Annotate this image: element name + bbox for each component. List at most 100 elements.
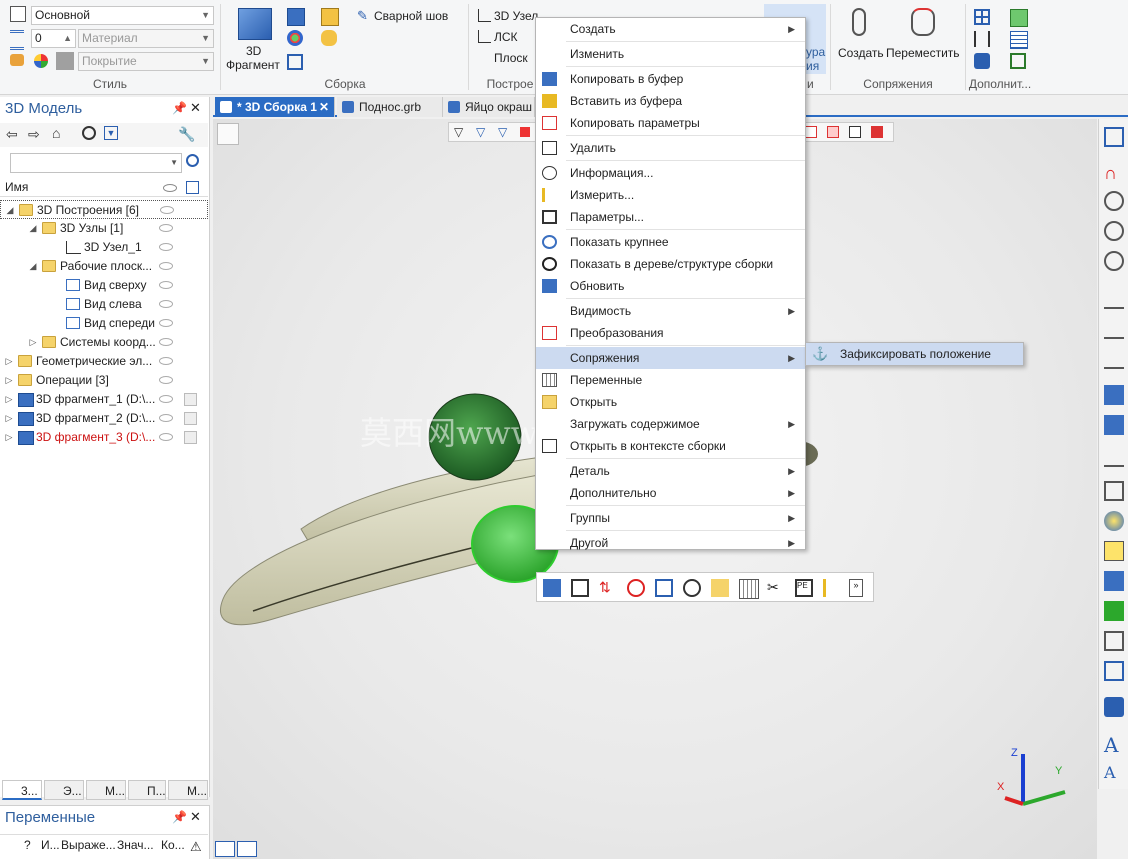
- eye-icon[interactable]: [159, 433, 173, 441]
- tree-search-input[interactable]: ▼: [10, 153, 182, 173]
- search-icon[interactable]: [186, 154, 199, 167]
- check-cube-icon[interactable]: [1104, 385, 1124, 405]
- tree-item[interactable]: 3D Узел_1: [0, 238, 208, 257]
- eye-icon[interactable]: [159, 319, 173, 327]
- eye-icon[interactable]: [159, 376, 173, 384]
- glasses-icon[interactable]: [1104, 317, 1124, 339]
- component-icon[interactable]: [287, 8, 305, 26]
- menu-item[interactable]: Преобразования: [536, 322, 805, 344]
- menu-item[interactable]: Деталь ▶: [536, 460, 805, 482]
- tree-item[interactable]: ▷ Операции [3]: [0, 371, 208, 390]
- mate-create-button[interactable]: Создать: [838, 46, 884, 60]
- target-icon[interactable]: [82, 126, 96, 140]
- tree-item[interactable]: ▷ Геометрические эл...: [0, 352, 208, 371]
- color-cube-icon[interactable]: [1104, 601, 1124, 621]
- menu-item[interactable]: Удалить: [536, 137, 805, 159]
- collapse-icon[interactable]: ◢: [28, 219, 38, 238]
- component-icon[interactable]: [571, 579, 589, 597]
- zoom-window-icon[interactable]: [1104, 221, 1124, 241]
- pin-icon[interactable]: 📌: [172, 101, 187, 115]
- eye-icon[interactable]: [159, 281, 173, 289]
- mate-move-button[interactable]: Переместить: [886, 46, 960, 60]
- coating-combo[interactable]: Покрытие ▼: [78, 52, 214, 71]
- folder-open-icon[interactable]: [711, 579, 729, 597]
- menu-item[interactable]: Параметры...: [536, 206, 805, 228]
- eye-icon[interactable]: [159, 224, 173, 232]
- mate-create-icon[interactable]: [852, 8, 866, 36]
- hide-icon[interactable]: [627, 579, 645, 597]
- col-name[interactable]: И...: [41, 835, 60, 855]
- fragment-3d-icon[interactable]: [238, 8, 272, 40]
- eye-icon[interactable]: [159, 338, 173, 346]
- cube-icon[interactable]: [655, 579, 673, 597]
- color-palette-icon[interactable]: [34, 54, 48, 68]
- view-grid-icon[interactable]: [237, 841, 257, 857]
- home-icon[interactable]: ⌂: [52, 125, 60, 141]
- tab-properties[interactable]: П...: [128, 780, 166, 800]
- node-3d-button[interactable]: 3D Узел: [494, 9, 538, 23]
- menu-item[interactable]: Информация...: [536, 162, 805, 184]
- col-value[interactable]: Знач...: [117, 835, 154, 855]
- menu-item[interactable]: Другой ▶: [536, 532, 805, 554]
- filter-icon[interactable]: ▼: [104, 126, 118, 140]
- move-icon[interactable]: ⇅: [599, 579, 617, 597]
- check-cube-icon[interactable]: [1104, 415, 1124, 435]
- menu-item[interactable]: Открыть: [536, 391, 805, 413]
- text-large-icon[interactable]: A: [1104, 733, 1124, 757]
- tree-item[interactable]: Вид сверху: [0, 276, 208, 295]
- frame-icon[interactable]: [1010, 53, 1026, 69]
- eye-icon[interactable]: [159, 357, 173, 365]
- menu-item[interactable]: Показать крупнее: [536, 231, 805, 253]
- menu-item[interactable]: Обновить: [536, 275, 805, 297]
- tree-item[interactable]: ◢ 3D Построения [6]: [0, 200, 208, 219]
- menu-item[interactable]: Открыть в контексте сборки: [536, 435, 805, 457]
- sphere-icon[interactable]: [1104, 511, 1124, 531]
- section-icon[interactable]: [1104, 661, 1124, 681]
- chevron-down-icon[interactable]: ▼: [170, 158, 178, 167]
- close-icon[interactable]: ✕: [190, 100, 201, 116]
- parts-icon[interactable]: [287, 30, 303, 46]
- layer-combo[interactable]: Основной ▼: [31, 6, 214, 25]
- fragment-3d-button-line1[interactable]: 3D: [246, 44, 261, 58]
- glasses-icon[interactable]: [1104, 347, 1124, 369]
- menu-item[interactable]: Изменить: [536, 43, 805, 65]
- menu-item[interactable]: Копировать в буфер: [536, 68, 805, 90]
- back-icon[interactable]: ⇦: [6, 126, 18, 143]
- pattern-icon[interactable]: [321, 30, 337, 46]
- tree-item[interactable]: ▷ 3D фрагмент_1 (D:\...: [0, 390, 208, 409]
- text-small-icon[interactable]: A: [1104, 763, 1124, 783]
- expand-icon[interactable]: ▷: [4, 409, 14, 428]
- collapse-icon[interactable]: ◢: [28, 257, 38, 276]
- tree-item[interactable]: ▷ Системы коорд...: [0, 333, 208, 352]
- cube-icon[interactable]: [1010, 9, 1028, 27]
- fragment-state-icon[interactable]: [184, 431, 197, 444]
- menu-item[interactable]: Измерить...: [536, 184, 805, 206]
- more-icon[interactable]: »: [849, 579, 863, 597]
- eye-icon[interactable]: [159, 262, 173, 270]
- tab-m2[interactable]: М...: [168, 780, 208, 800]
- menu-item[interactable]: Загружать содержимое ▶: [536, 413, 805, 435]
- material-combo[interactable]: Материал ▼: [78, 29, 214, 48]
- tab-3d-assembly[interactable]: * 3D Сборка 1 ✕: [215, 97, 335, 117]
- menu-item[interactable]: Дополнительно ▶: [536, 482, 805, 504]
- collapse-icon[interactable]: ◢: [5, 201, 15, 220]
- view-split-icon[interactable]: [215, 841, 235, 857]
- eye-icon[interactable]: [159, 414, 173, 422]
- tree-item[interactable]: ▷ 3D фрагмент_3 (D:\...: [0, 428, 208, 447]
- zoom-fit-icon[interactable]: [1104, 251, 1124, 271]
- measure-icon[interactable]: [823, 579, 844, 597]
- menu-item[interactable]: Группы ▶: [536, 507, 805, 529]
- col-comment[interactable]: Ко...: [161, 835, 185, 855]
- tab-elements[interactable]: Э...: [44, 780, 84, 800]
- tree-item[interactable]: ◢ 3D Узлы [1]: [0, 219, 208, 238]
- color-cube-icon[interactable]: [1104, 571, 1124, 591]
- expand-icon[interactable]: ▷: [4, 371, 14, 390]
- external-link-icon[interactable]: [287, 54, 303, 70]
- eye-icon[interactable]: [160, 206, 174, 214]
- forward-icon[interactable]: ⇨: [28, 126, 40, 143]
- tree-item[interactable]: ◢ Рабочие плоск...: [0, 257, 208, 276]
- params-icon[interactable]: PE: [795, 579, 813, 597]
- fragment-state-icon[interactable]: [184, 412, 197, 425]
- layers-icon[interactable]: [10, 6, 26, 22]
- menu-item[interactable]: Сопряжения ▶: [536, 347, 805, 369]
